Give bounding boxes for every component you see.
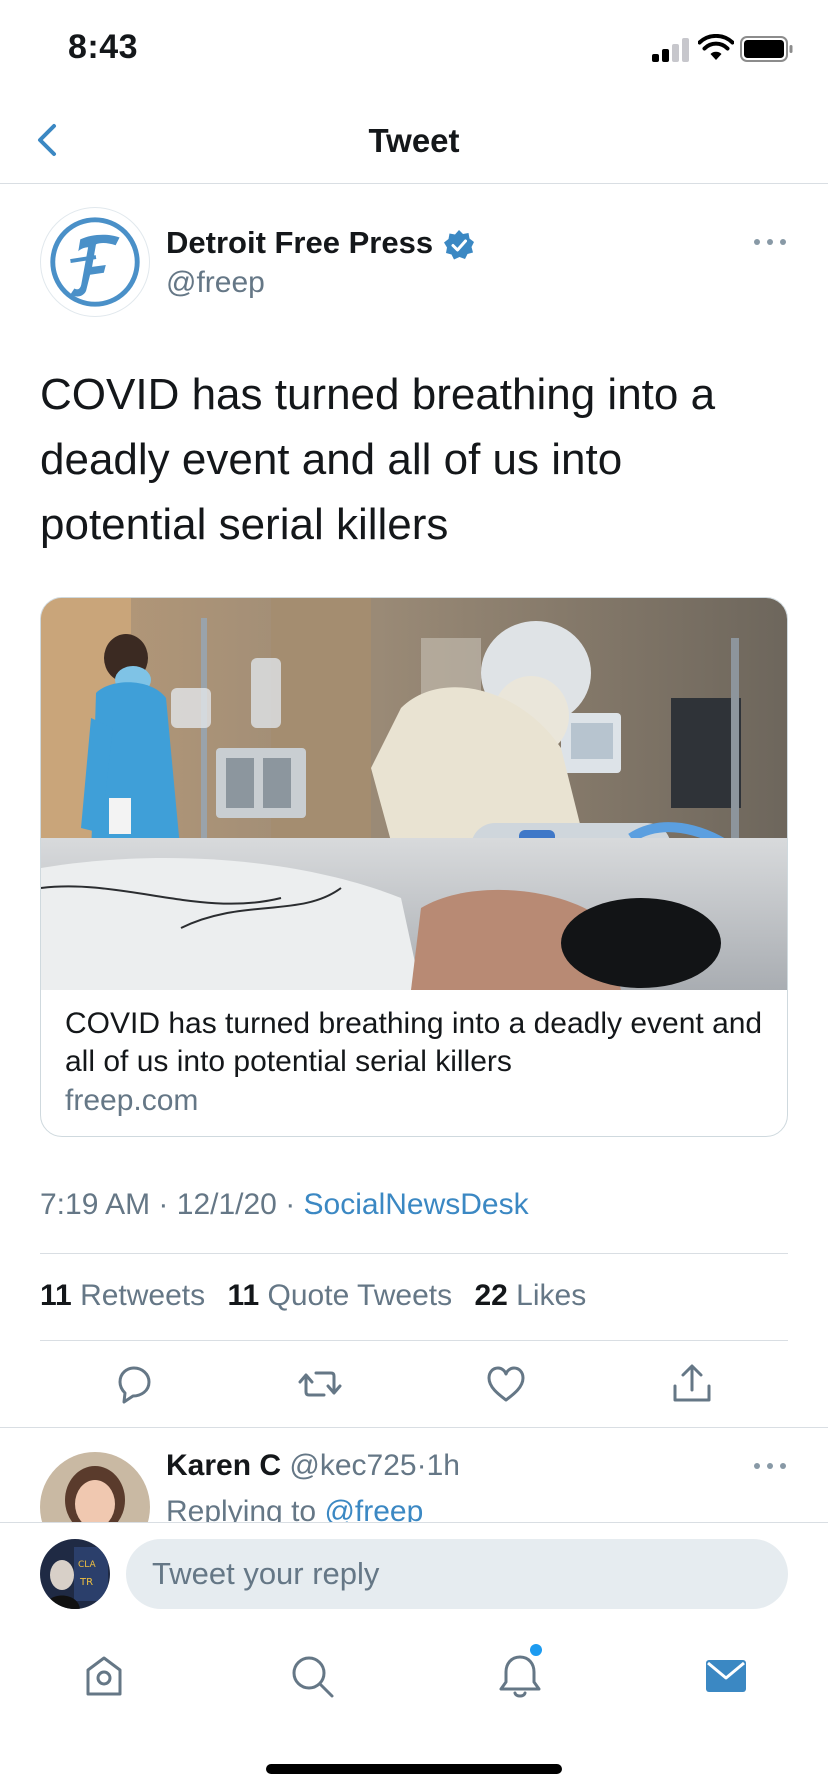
likes-count: 22 (474, 1279, 508, 1312)
home-tab-icon[interactable] (80, 1652, 128, 1700)
divider (40, 1253, 788, 1254)
author-avatar[interactable] (40, 207, 150, 317)
tweet-text: COVID has turned breathing into a deadly… (40, 370, 716, 549)
quote-tweets-label: Quote Tweets (267, 1279, 453, 1312)
retweets-stat[interactable]: 11 Retweets (40, 1279, 205, 1312)
like-heart-icon[interactable] (484, 1362, 528, 1406)
messages-tab-icon[interactable] (702, 1652, 750, 1700)
reply-author: Karen C @kec725·1h (166, 1449, 460, 1483)
compose-bar: CLA TR (0, 1522, 828, 1622)
meta-separator: · (158, 1188, 169, 1221)
author-handle[interactable]: @freep (166, 266, 265, 300)
nav-bar: Tweet (0, 100, 828, 184)
tweet-date: 12/1/20 (176, 1188, 277, 1221)
link-card[interactable]: COVID has turned breathing into a deadly… (40, 597, 788, 1137)
notifications-tab-icon[interactable] (496, 1652, 544, 1700)
reply-input[interactable] (126, 1539, 788, 1609)
tweet-stats: 11 Retweets 11 Quote Tweets 22 Likes (40, 1279, 600, 1313)
card-domain: freep.com (65, 1084, 199, 1117)
tweet-time: 7:19 AM (40, 1188, 151, 1221)
replying-to-label: Replying to (166, 1495, 317, 1522)
card-image (41, 598, 787, 990)
replying-to-line: Replying to @freep (166, 1495, 423, 1522)
notification-dot-badge (530, 1644, 542, 1656)
retweets-count: 11 (40, 1279, 72, 1312)
cellular-signal-icon (652, 38, 692, 62)
meta-separator: · (285, 1188, 296, 1221)
likes-label: Likes (516, 1279, 587, 1312)
author-name[interactable]: Detroit Free Press (166, 225, 433, 261)
svg-text:TR: TR (79, 1577, 93, 1588)
page-title: Tweet (368, 122, 460, 159)
more-options-icon[interactable] (752, 228, 788, 256)
reply-icon[interactable] (112, 1362, 156, 1406)
divider (40, 1340, 788, 1341)
current-user-avatar[interactable]: CLA TR (40, 1539, 110, 1609)
home-indicator (266, 1764, 562, 1774)
retweets-label: Retweets (80, 1279, 206, 1312)
reply-age: 1h (426, 1449, 460, 1482)
reply-author-name[interactable]: Karen C (166, 1449, 281, 1482)
reply-avatar[interactable] (40, 1452, 150, 1522)
reply-separator: · (416, 1449, 427, 1482)
quote-tweets-count: 11 (227, 1279, 260, 1312)
reply-author-handle[interactable]: @kec725 (289, 1449, 416, 1482)
verified-badge-icon (444, 230, 474, 260)
battery-icon (740, 36, 793, 62)
reply-list-item[interactable]: Karen C @kec725·1h Replying to @freep (0, 1428, 828, 1522)
replying-to-mention[interactable]: @freep (324, 1495, 423, 1522)
svg-text:CLA: CLA (78, 1560, 97, 1570)
wifi-icon (698, 34, 734, 60)
likes-stat[interactable]: 22 Likes (474, 1279, 586, 1312)
status-time: 8:43 (68, 28, 139, 66)
retweet-icon[interactable] (298, 1362, 342, 1406)
status-bar: 8:43 (0, 0, 828, 100)
card-title: COVID has turned breathing into a deadly… (65, 1007, 763, 1078)
tweet-source-link[interactable]: SocialNewsDesk (304, 1188, 529, 1221)
quote-tweets-stat[interactable]: 11 Quote Tweets (227, 1279, 452, 1312)
tweet-meta: 7:19 AM · 12/1/20 · SocialNewsDesk (40, 1188, 529, 1222)
search-tab-icon[interactable] (288, 1652, 336, 1700)
reply-more-options-icon[interactable] (752, 1452, 788, 1480)
share-icon[interactable] (670, 1362, 714, 1406)
